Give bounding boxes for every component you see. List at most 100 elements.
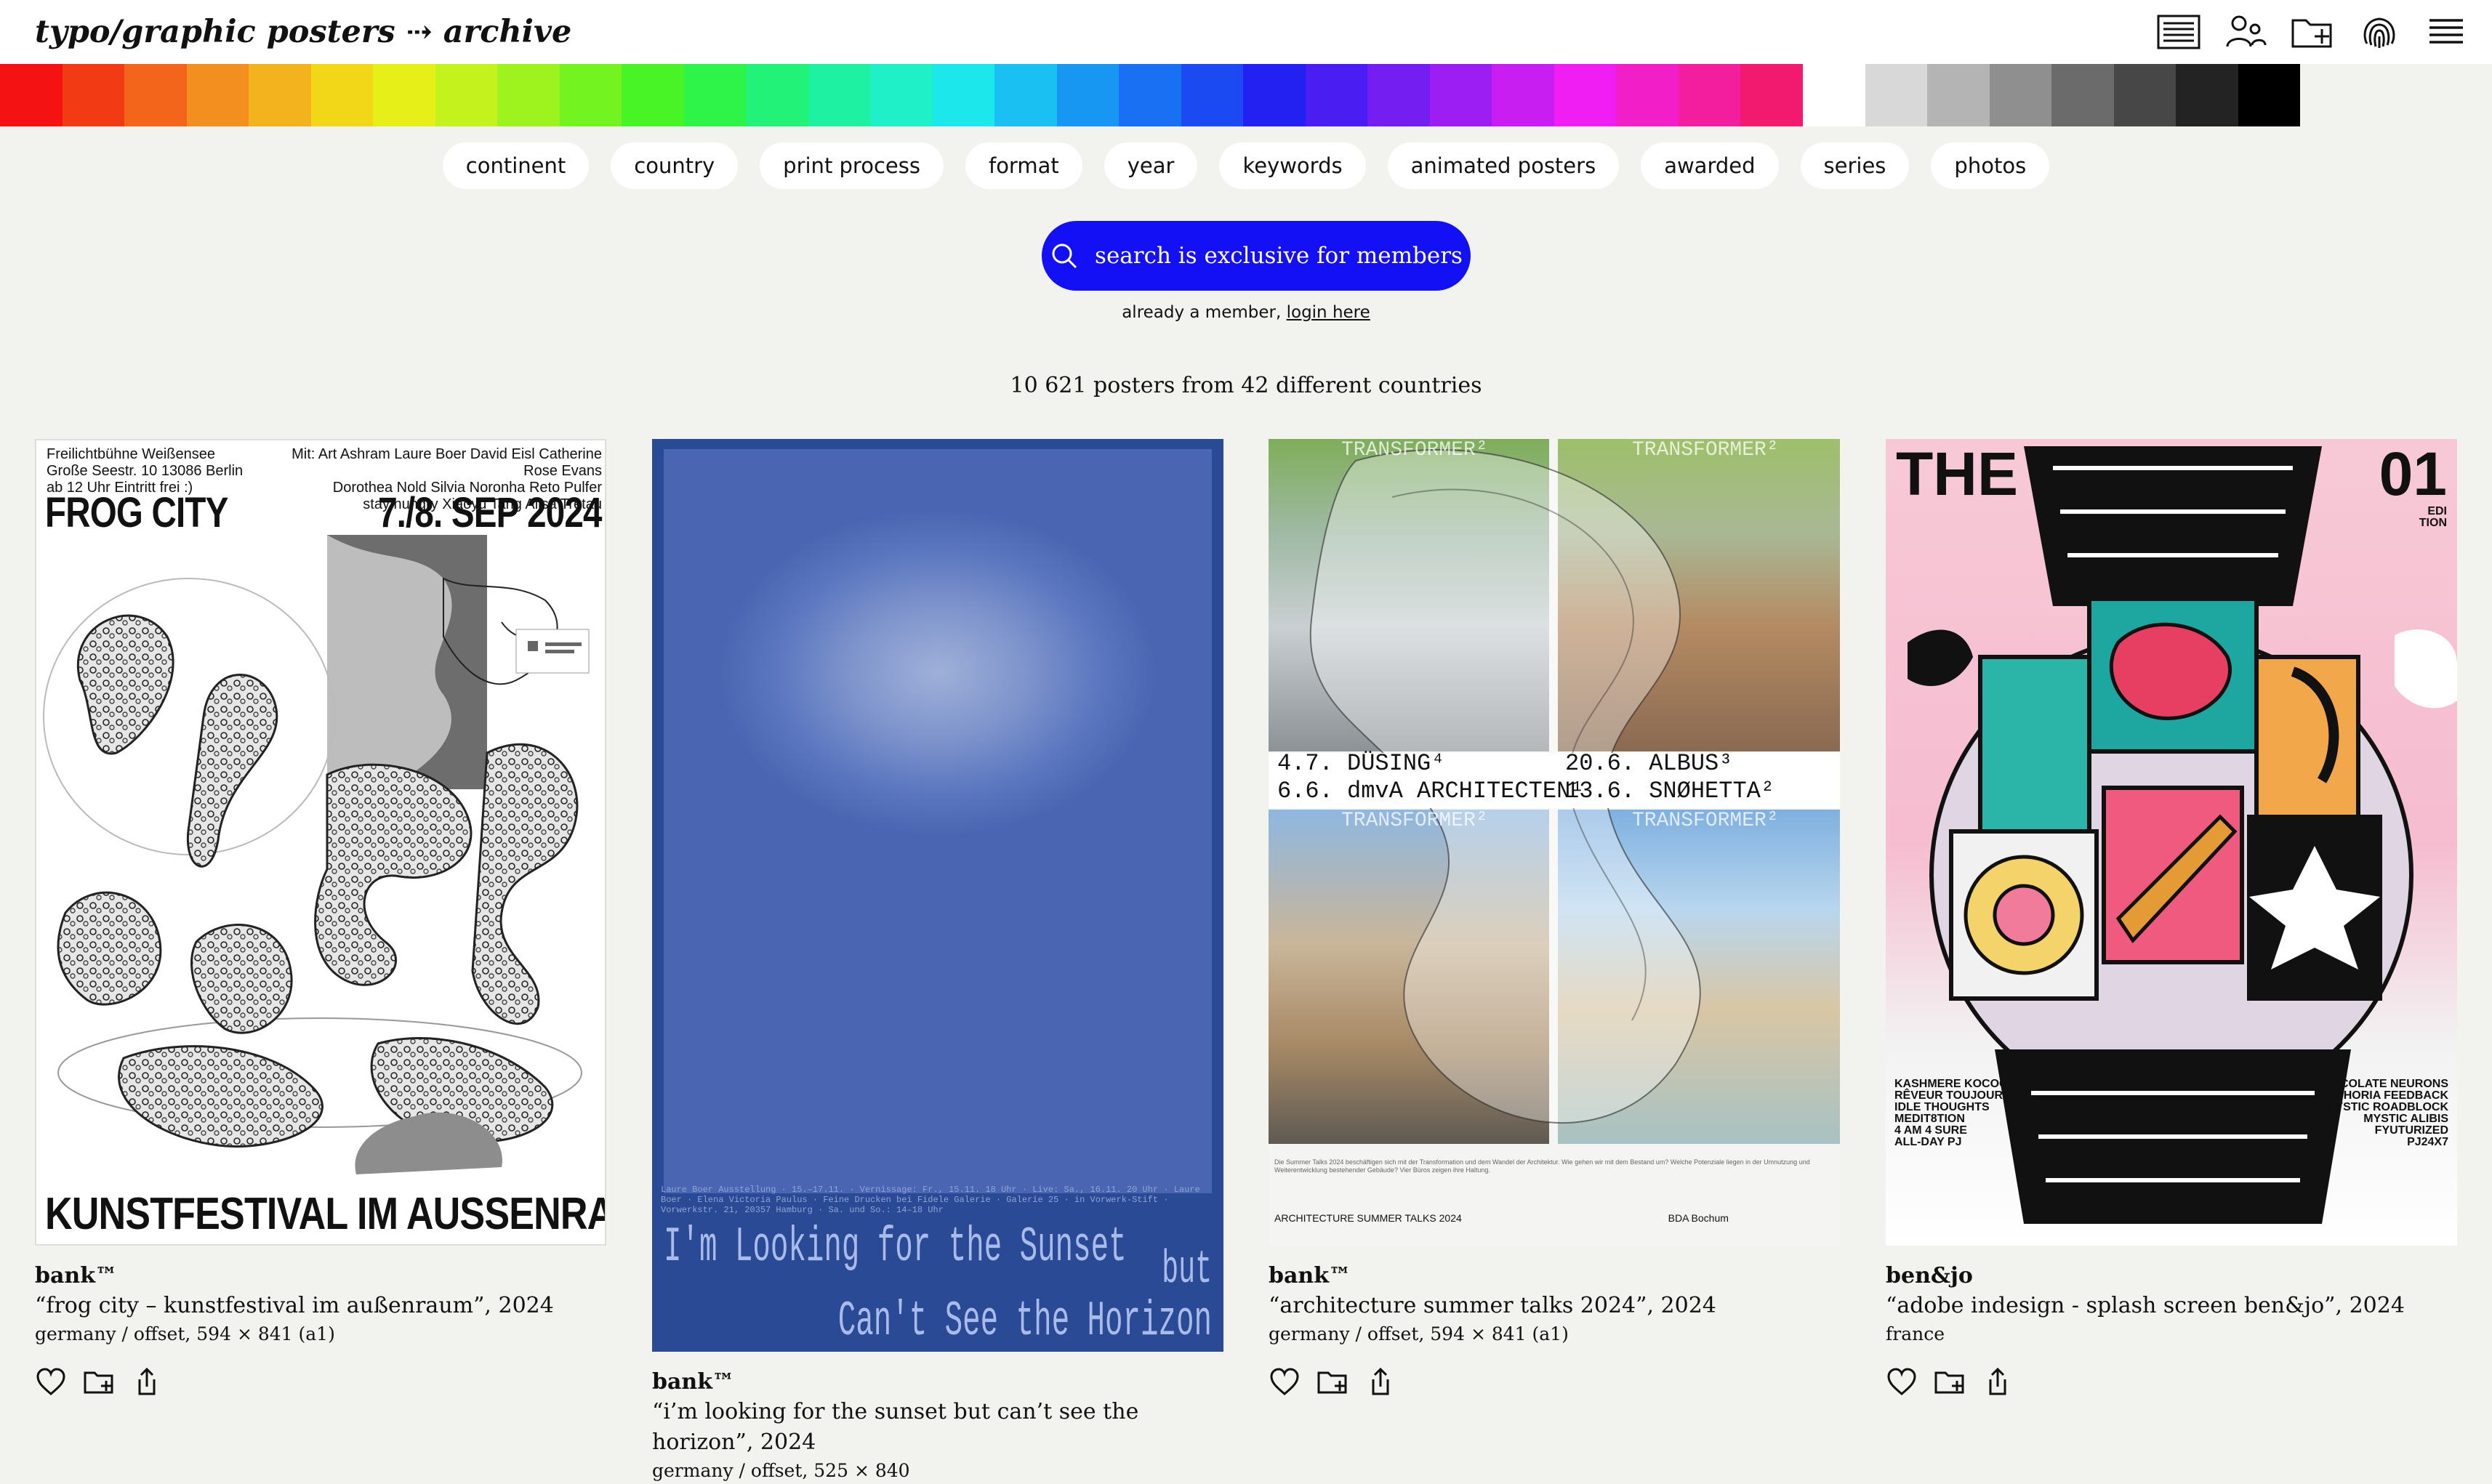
results-summary: 10 621 posters from 42 different countri… [1010,373,1482,398]
filter-chip[interactable]: format [965,142,1082,189]
color-swatch[interactable] [559,64,622,126]
filter-chip[interactable]: continent [442,142,590,189]
filter-chip[interactable]: awarded [1641,142,1779,189]
poster-line: but [1161,1244,1212,1297]
top-bar: typo/graphic posters ⤏ archive [0,0,2492,64]
color-swatch[interactable] [1740,64,1803,126]
color-swatch[interactable] [62,64,124,126]
poster-image[interactable]: Freilichtbühne Weißensee Große Seestr. 1… [35,439,606,1246]
card-actions [1886,1366,2457,1398]
add-folder-icon[interactable] [2290,10,2335,54]
poster-text: CHOCOLATE NEURONS [2314,1078,2448,1090]
poster-image[interactable]: THE 01 EDI TION KASHMERE KOCOON RÊVEUR T… [1886,439,2457,1246]
color-swatch[interactable] [1367,64,1430,126]
color-swatch[interactable] [435,64,497,126]
poster-text: BDA Bochum [1668,1212,1729,1224]
poster-the: THE [1896,440,2018,508]
add-to-folder-icon[interactable] [1934,1366,1966,1398]
color-swatch[interactable] [1492,64,1554,126]
heart-icon[interactable] [1269,1366,1301,1398]
card-title[interactable]: “i’m looking for the sunset but can’t se… [652,1397,1223,1458]
search-button[interactable]: search is exclusive for members [1042,221,1471,291]
filter-chip[interactable]: series [1800,142,1910,189]
share-icon[interactable] [131,1366,163,1398]
card-title[interactable]: “architecture summer talks 2024”, 2024 [1269,1291,1840,1321]
poster-list-right: CHOCOLATE NEURONS EUPHORIA FEEDBACK MYST… [2314,1078,2448,1148]
filter-chip[interactable]: print process [760,142,944,189]
poster-text: 4 AM 4 SURE [1894,1124,1967,1137]
color-swatch[interactable] [1927,64,1990,126]
fingerprint-icon[interactable] [2357,10,2402,54]
color-swatch[interactable] [932,64,994,126]
color-swatch[interactable] [1678,64,1740,126]
filter-chip[interactable]: keywords [1219,142,1366,189]
color-swatch[interactable] [1056,64,1119,126]
poster-line: I'm Looking for the Sunset [664,1219,1127,1275]
card-studio[interactable]: bank™ [1269,1262,1840,1291]
color-swatch[interactable] [1865,64,1927,126]
poster-list-left: KASHMERE KOCOON RÊVEUR TOUJOURS IDLE THO… [1894,1078,2017,1148]
card-studio[interactable]: ben&jo [1886,1262,2457,1291]
menu-icon[interactable] [2424,10,2469,54]
poster-text: ALL-DAY PJ [1894,1136,1962,1148]
poster-image[interactable]: Laure Boer Ausstellung · 15.–17.11. · Ve… [652,439,1223,1352]
search-button-label: search is exclusive for members [1095,243,1463,269]
color-swatch[interactable] [310,64,373,126]
share-icon[interactable] [1982,1366,2014,1398]
color-swatch[interactable] [2238,64,2300,126]
color-swatch[interactable] [1616,64,1679,126]
heart-icon[interactable] [1886,1366,1918,1398]
poster-text: RÊVEUR TOUJOURS [1894,1089,2011,1102]
color-swatch[interactable] [808,64,870,126]
search-icon [1052,243,1077,269]
card-studio[interactable]: bank™ [652,1368,1223,1397]
heart-icon[interactable] [35,1366,67,1398]
color-swatch[interactable] [746,64,808,126]
member-prefix: already a member, [1122,303,1287,322]
color-swatch[interactable] [870,64,933,126]
color-swatch[interactable] [622,64,684,126]
color-swatch[interactable] [2176,64,2238,126]
add-to-folder-icon[interactable] [83,1366,115,1398]
filter-chip[interactable]: animated posters [1387,142,1620,189]
card-title[interactable]: “frog city – kunstfestival im außenraum”… [35,1291,606,1321]
color-swatch[interactable] [1305,64,1367,126]
card-title[interactable]: “adobe indesign - splash screen ben&jo”,… [1886,1291,2457,1321]
color-swatch[interactable] [186,64,249,126]
poster-talk: 20.6. ALBUS³ [1565,750,1733,777]
color-swatch[interactable] [994,64,1057,126]
color-swatch[interactable] [1243,64,1306,126]
color-swatch[interactable] [1989,64,2051,126]
poster-text: PJ24X7 [2407,1136,2448,1148]
poster-watermark: TRANSFORMER² [1632,439,1779,461]
color-swatch[interactable] [1554,64,1616,126]
site-logo[interactable]: typo/graphic posters ⤏ archive [35,10,571,54]
poster-text: ARCHITECTURE SUMMER TALKS 2024 [1274,1212,1462,1224]
card-studio[interactable]: bank™ [35,1262,606,1291]
poster-image[interactable]: TRANSFORMER² TRANSFORMER² TRANSFORMER² T… [1269,439,1840,1246]
filter-chip[interactable]: photos [1931,142,2050,189]
color-swatch[interactable] [0,64,63,126]
login-link[interactable]: login here [1287,303,1370,322]
share-icon[interactable] [1364,1366,1396,1398]
color-swatch[interactable] [373,64,435,126]
color-swatch[interactable] [1181,64,1243,126]
poster-text: Mit: Art Ashram Laure Boer David Eisl Ca… [292,446,602,479]
color-swatch[interactable] [1429,64,1492,126]
add-to-folder-icon[interactable] [1317,1366,1349,1398]
color-swatch[interactable] [124,64,187,126]
list-view-icon[interactable] [2156,10,2201,54]
color-swatch[interactable] [1119,64,1181,126]
poster-text: IDLE THOUGHTS [1894,1101,1990,1113]
color-swatch[interactable] [1802,64,1865,126]
members-icon[interactable] [2223,10,2268,54]
color-swatch[interactable] [2051,64,2114,126]
filter-chip[interactable]: year [1104,142,1198,189]
color-swatch[interactable] [2113,64,2176,126]
color-swatch[interactable] [497,64,560,126]
color-swatch[interactable] [249,64,311,126]
filter-chip[interactable]: country [611,142,739,189]
color-swatch[interactable] [683,64,746,126]
poster-small-print: Laure Boer Ausstellung · 15.–17.11. · Ve… [661,1185,1200,1215]
poster-text: KASHMERE KOCOON [1894,1078,2017,1090]
